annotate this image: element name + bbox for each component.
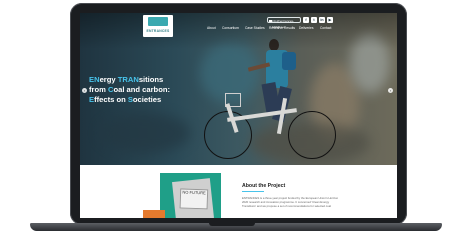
top-bar xyxy=(80,13,397,49)
about-underline xyxy=(242,191,264,192)
nav-about[interactable]: About xyxy=(207,26,216,30)
twitter-icon[interactable]: t xyxy=(311,17,317,23)
about-line-3: Transitions' and we propose a set of rec… xyxy=(242,204,331,208)
nav-research-results[interactable]: Research Results xyxy=(269,26,295,30)
hero-text: oal and carbon: xyxy=(113,85,171,94)
browser-viewport: ENTRANCES info@entrances-h2020.eu f t in… xyxy=(80,13,397,218)
about-paragraph: ENTRANCES is a three-year project funded… xyxy=(242,196,390,208)
hero-headline: ENergy TRANsitions from Coal and carbon:… xyxy=(89,75,170,105)
contact-email-link[interactable]: info@entrances-h2020.eu xyxy=(267,17,301,29)
mail-icon xyxy=(269,19,272,22)
hero-line-2: from Coal and carbon: xyxy=(89,85,170,95)
orange-accent-block xyxy=(143,210,165,218)
nav-deliveries[interactable]: Deliveries xyxy=(299,26,313,30)
laptop-notch xyxy=(209,223,255,226)
hero-line-1: ENergy TRANsitions xyxy=(89,75,170,85)
protest-photo: NO FUTURE xyxy=(172,178,214,218)
logo-mark-icon xyxy=(148,17,168,26)
slider-prev-icon[interactable]: ‹ xyxy=(82,88,87,93)
hero-text: ergy xyxy=(99,75,118,84)
hero-text: TRAN xyxy=(117,75,139,84)
nav-case-studies[interactable]: Case Studies xyxy=(245,26,265,30)
hero-line-3: Effects on Societies xyxy=(89,95,170,105)
logo-text: ENTRANCES xyxy=(146,29,170,33)
hero-text: ffects on xyxy=(94,95,128,104)
site-logo[interactable]: ENTRANCES xyxy=(143,15,173,37)
slider-pagination xyxy=(226,158,242,165)
hero-text: from xyxy=(89,85,108,94)
youtube-icon[interactable]: ▶ xyxy=(327,17,333,23)
about-heading: About the Project xyxy=(242,183,286,189)
hero-text: ocieties xyxy=(132,95,162,104)
nav-contact[interactable]: Contact xyxy=(320,26,331,30)
protest-sign: NO FUTURE xyxy=(179,188,209,210)
hero-text: sitions xyxy=(138,75,164,84)
linkedin-icon[interactable]: in xyxy=(319,17,325,23)
nav-consortium[interactable]: Consortium xyxy=(222,26,239,30)
hero-banner: ENTRANCES info@entrances-h2020.eu f t in… xyxy=(80,13,397,165)
hero-text: EN xyxy=(89,75,100,84)
slider-next-icon[interactable]: › xyxy=(388,88,393,93)
facebook-icon[interactable]: f xyxy=(303,17,309,23)
